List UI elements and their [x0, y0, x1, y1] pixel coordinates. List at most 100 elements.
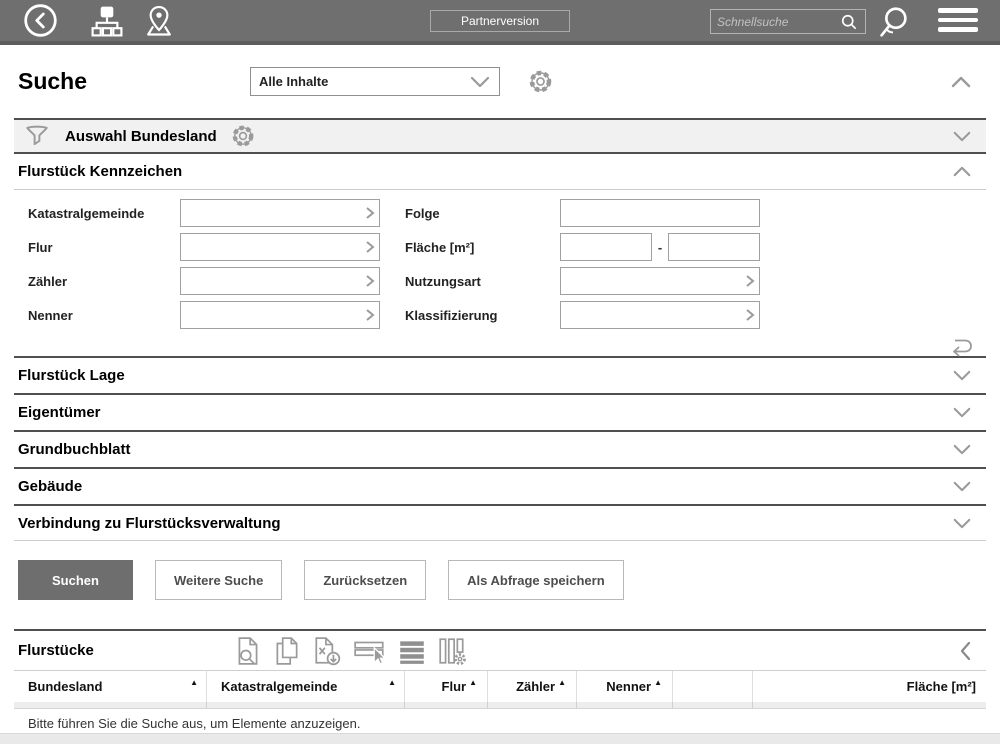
kennzeichen-header[interactable]: Flurstück Kennzeichen	[14, 154, 986, 190]
section-label: Verbindung zu Flurstücksverwaltung	[18, 515, 281, 532]
nenner-input[interactable]	[180, 301, 380, 329]
katastralgemeinde-picker-button[interactable]	[365, 206, 375, 220]
table-header-substrip	[14, 702, 986, 709]
section-gebaeude[interactable]: Gebäude	[14, 467, 986, 504]
chevron-right-icon	[745, 308, 755, 322]
field-label: Flur	[28, 240, 180, 255]
results-title: Flurstücke	[18, 642, 94, 659]
section-grundbuchblatt[interactable]: Grundbuchblatt	[14, 430, 986, 467]
zuruecksetzen-button[interactable]: Zurücksetzen	[304, 560, 426, 600]
nenner-picker-button[interactable]	[365, 308, 375, 322]
expand-section-button[interactable]	[952, 479, 972, 494]
view-document-button[interactable]	[234, 636, 262, 666]
bundesland-filter-row[interactable]: Auswahl Bundesland	[14, 118, 986, 154]
column-header-flur[interactable]: Flur ▲	[405, 671, 488, 702]
chevron-left-icon	[959, 641, 972, 661]
als-abfrage-speichern-button[interactable]: Als Abfrage speichern	[448, 560, 624, 600]
top-bar: Partnerversion	[0, 0, 1000, 45]
column-header-nenner[interactable]: Nenner ▲	[577, 671, 673, 702]
section-verbindung-flurstuecksverwaltung[interactable]: Verbindung zu Flurstücksverwaltung	[14, 504, 986, 541]
column-header-bundesland[interactable]: Bundesland ▲	[14, 671, 207, 702]
sort-asc-icon: ▲	[388, 678, 396, 687]
klassifizierung-input[interactable]	[560, 301, 760, 329]
sitemap-button[interactable]	[89, 3, 125, 39]
advanced-search-button[interactable]	[874, 4, 912, 42]
row-view-button[interactable]	[398, 636, 426, 666]
hamburger-icon	[938, 8, 978, 13]
field-label: Klassifizierung	[405, 308, 560, 323]
section-label: Grundbuchblatt	[18, 441, 131, 458]
back-circle-icon	[22, 2, 59, 39]
collapse-kennzeichen-button[interactable]	[952, 164, 972, 179]
column-header-zaehler[interactable]: Zähler ▲	[488, 671, 577, 702]
zaehler-picker-button[interactable]	[365, 274, 375, 288]
chevron-down-icon	[952, 368, 972, 383]
hamburger-menu-button[interactable]	[938, 8, 978, 32]
map-pin-button[interactable]	[141, 3, 177, 39]
chevron-down-icon	[952, 129, 972, 144]
suchen-button[interactable]: Suchen	[18, 560, 133, 600]
empty-results-message: Bitte führen Sie die Suche aus, um Eleme…	[14, 709, 986, 735]
back-button[interactable]	[22, 2, 59, 39]
results-toolbar	[234, 636, 467, 666]
section-label: Eigentümer	[18, 404, 101, 421]
klassifizierung-picker-button[interactable]	[745, 308, 755, 322]
range-separator: -	[652, 240, 668, 255]
gear-icon	[527, 68, 554, 95]
collapse-search-panel-button[interactable]	[950, 74, 972, 90]
chevron-up-icon	[952, 164, 972, 179]
section-eigentuemer[interactable]: Eigentümer	[14, 393, 986, 430]
column-header-katastralgemeinde[interactable]: Katastralgemeinde ▲	[207, 671, 405, 702]
undo-arrow-icon	[946, 334, 974, 356]
column-header-flaeche[interactable]: Fläche [m²]	[753, 671, 986, 702]
action-buttons: Suchen Weitere Suche Zurücksetzen Als Ab…	[14, 560, 986, 600]
flaeche-from-input[interactable]	[560, 233, 652, 261]
bottom-strip	[0, 733, 1000, 744]
collapse-results-button[interactable]	[959, 641, 972, 661]
bundesland-settings-button[interactable]	[230, 123, 256, 149]
sort-asc-icon: ▲	[654, 678, 662, 687]
flur-picker-button[interactable]	[365, 240, 375, 254]
partner-version-button[interactable]: Partnerversion	[430, 10, 570, 32]
search-settings-button[interactable]	[527, 68, 554, 95]
nutzungsart-picker-button[interactable]	[745, 274, 755, 288]
content-scope-select[interactable]: Alle Inhalte	[250, 67, 500, 96]
expand-section-button[interactable]	[952, 516, 972, 531]
filter-funnel-icon	[24, 123, 50, 149]
chevron-down-icon	[952, 479, 972, 494]
select-rows-button[interactable]	[353, 636, 387, 666]
page-title: Suche	[18, 68, 250, 95]
expand-bundesland-button[interactable]	[952, 129, 972, 144]
gear-icon	[230, 123, 256, 149]
expand-section-button[interactable]	[952, 442, 972, 457]
chevron-down-icon	[469, 74, 491, 90]
section-label: Flurstück Lage	[18, 367, 125, 384]
export-download-button[interactable]	[312, 636, 342, 666]
kennzeichen-form: Katastralgemeinde Folge Flur	[14, 190, 986, 330]
flur-input[interactable]	[180, 233, 380, 261]
expand-section-button[interactable]	[952, 405, 972, 420]
reset-fields-button[interactable]	[946, 334, 974, 356]
quick-search-magnifier-icon[interactable]	[839, 12, 859, 32]
quick-search-input[interactable]	[717, 15, 839, 29]
copy-button[interactable]	[273, 636, 301, 666]
bundesland-filter-label: Auswahl Bundesland	[65, 128, 217, 145]
chevron-right-icon	[365, 308, 375, 322]
field-label: Nenner	[28, 308, 180, 323]
weitere-suche-button[interactable]: Weitere Suche	[155, 560, 282, 600]
folge-input[interactable]	[560, 199, 760, 227]
chevron-right-icon	[365, 240, 375, 254]
field-label: Nutzungsart	[405, 274, 560, 289]
expand-section-button[interactable]	[952, 368, 972, 383]
katastralgemeinde-input[interactable]	[180, 199, 380, 227]
chevron-up-icon	[950, 74, 972, 90]
field-label: Katastralgemeinde	[28, 206, 180, 221]
chevron-right-icon	[365, 274, 375, 288]
column-settings-button[interactable]	[437, 636, 467, 666]
section-flurstueck-lage[interactable]: Flurstück Lage	[14, 356, 986, 393]
nutzungsart-input[interactable]	[560, 267, 760, 295]
field-label: Zähler	[28, 274, 180, 289]
flaeche-to-input[interactable]	[668, 233, 760, 261]
zaehler-input[interactable]	[180, 267, 380, 295]
sitemap-icon	[89, 3, 125, 39]
